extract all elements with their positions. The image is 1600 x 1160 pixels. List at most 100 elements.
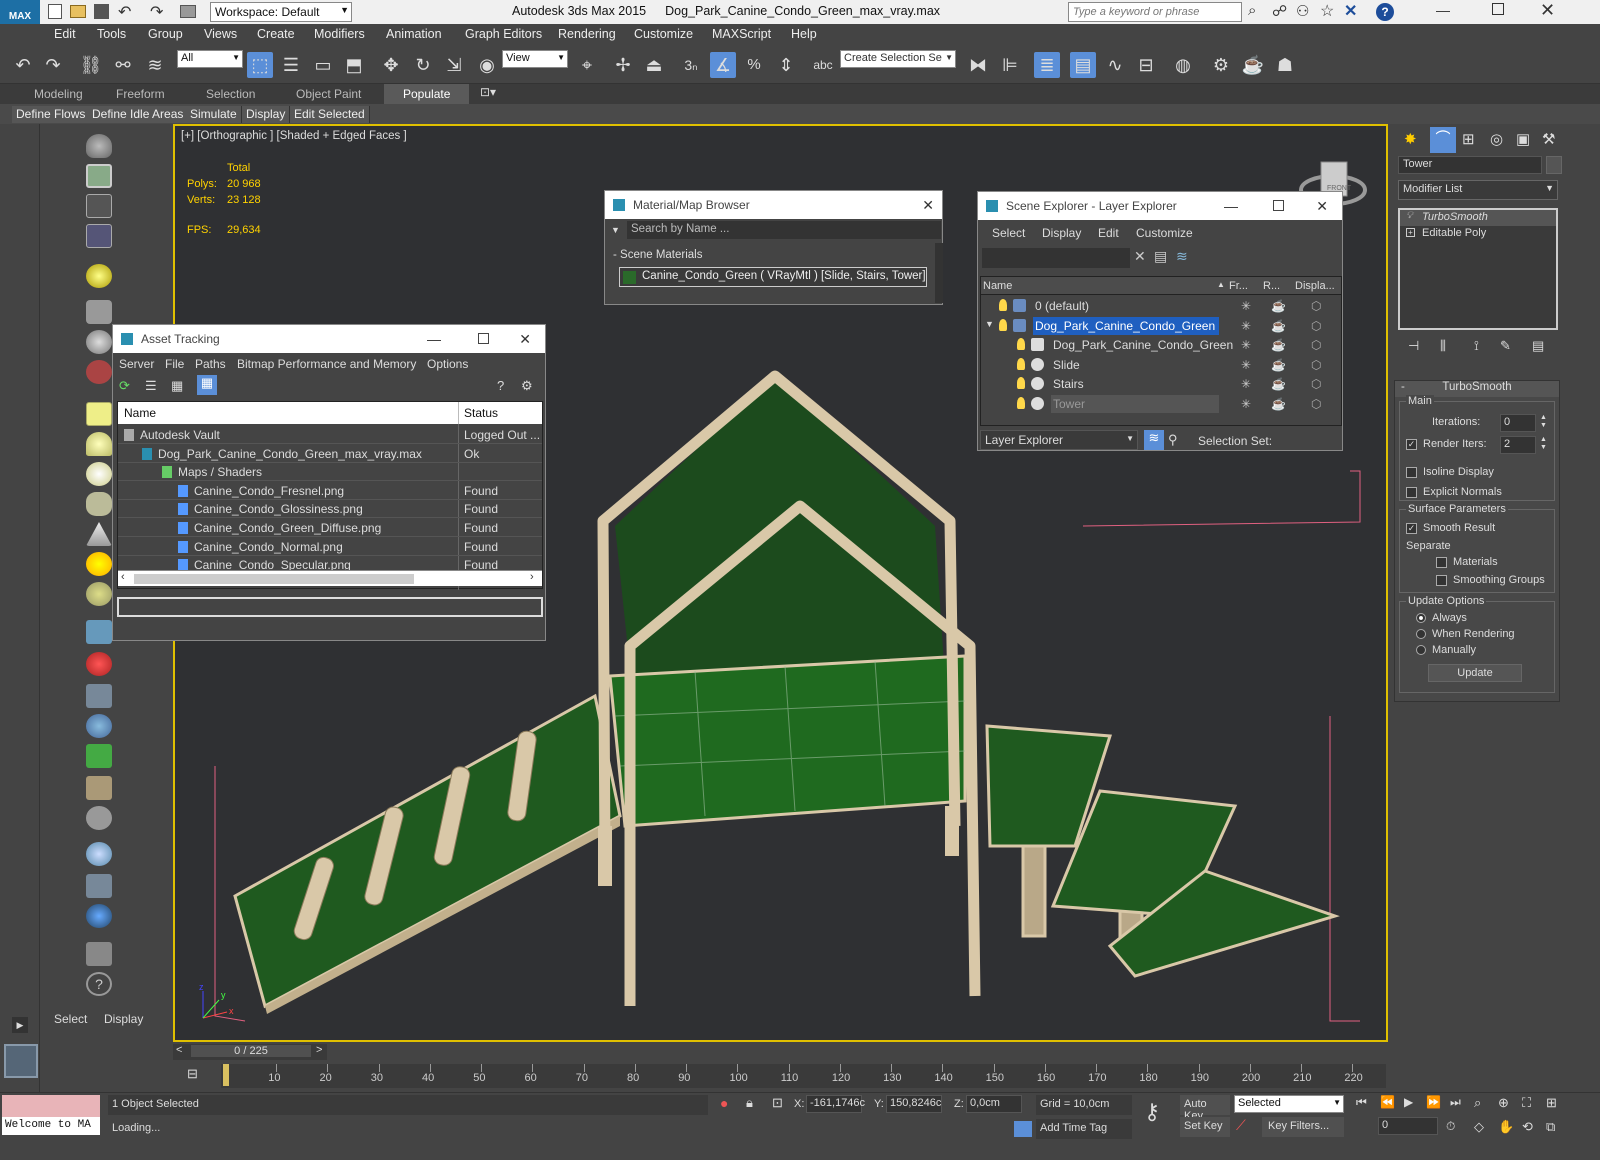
scene-menu-customize[interactable]: Customize	[1136, 226, 1193, 240]
iterations-spinner[interactable]: 0	[1500, 414, 1536, 432]
explorer-type-dropdown[interactable]: Layer Explorer ▼	[980, 430, 1138, 450]
renderable-teapot-icon[interactable]: ☕	[1271, 377, 1286, 391]
show-end-result-icon[interactable]: ⫼	[1440, 338, 1446, 354]
renderable-teapot-icon[interactable]: ☕	[1271, 338, 1286, 352]
freeze-toggle-icon[interactable]: ✳	[1241, 338, 1251, 352]
zoom-all-icon[interactable]: ⊕	[1498, 1095, 1509, 1111]
freeze-toggle-icon[interactable]: ✳	[1241, 377, 1251, 391]
menu-tools[interactable]: Tools	[97, 27, 126, 41]
menu-modifiers[interactable]: Modifiers	[314, 27, 365, 41]
renderable-teapot-icon[interactable]: ☕	[1271, 397, 1286, 411]
redo-icon[interactable]: ↷	[40, 52, 66, 78]
pivot-center-icon[interactable]: ⌖	[574, 52, 600, 78]
render-iters-spinner-arrows[interactable]: ▲ ▼	[1540, 436, 1547, 452]
modifier-list-dropdown[interactable]: Modifier List ▼	[1398, 180, 1558, 200]
asset-row[interactable]: Autodesk Vault Logged Out ...	[118, 426, 542, 444]
workspace-dropdown[interactable]: Workspace: Default ▼	[210, 2, 352, 22]
slide-model[interactable]	[233, 693, 622, 1014]
minimize-button[interactable]: —	[1436, 2, 1450, 18]
molecule-icon[interactable]	[86, 652, 112, 676]
go-to-end-icon[interactable]: ⏭	[1450, 1095, 1461, 1110]
smoothing-groups-checkbox[interactable]	[1436, 574, 1447, 586]
scene-row[interactable]: Stairs ✳ ☕ ⬡	[981, 375, 1341, 393]
maximize-button[interactable]	[1492, 3, 1504, 15]
scene-menu-edit[interactable]: Edit	[1098, 226, 1119, 240]
angle-snap-icon[interactable]: ∡	[710, 52, 736, 78]
scene-col-name[interactable]: Name	[983, 280, 1012, 292]
explicit-normals-checkbox[interactable]	[1406, 486, 1417, 498]
scene-row[interactable]: ▼ Dog_Park_Canine_Condo_Green ✳ ☕ ⬡	[981, 316, 1341, 335]
make-unique-icon[interactable]: ⟟	[1474, 338, 1479, 354]
foliage-icon[interactable]	[86, 744, 112, 768]
pan-icon[interactable]: ✋	[1498, 1119, 1514, 1135]
help-icon[interactable]: ?	[1376, 3, 1394, 21]
asset-row[interactable]: Canine_Condo_Glossiness.png Found	[118, 500, 542, 519]
go-to-start-icon[interactable]: ⏮	[1356, 1095, 1367, 1110]
keyboard-shortcut-override-icon[interactable]: ⏏	[641, 52, 667, 78]
browser-scrollbar[interactable]	[935, 243, 943, 303]
tab-freeform[interactable]: Freeform	[116, 87, 165, 101]
x-coordinate[interactable]: -161,1746c	[806, 1095, 865, 1113]
help-icon[interactable]: ?	[497, 378, 504, 393]
renderable-teapot-icon[interactable]: ☕	[1271, 299, 1286, 313]
visibility-bulb-icon[interactable]	[1017, 338, 1025, 351]
absolute-mode-icon[interactable]: ⊡	[772, 1095, 783, 1111]
scene-row[interactable]: Tower ✳ ☕ ⬡	[981, 395, 1341, 413]
zoom-extents-all-icon[interactable]: ⊞	[1546, 1095, 1557, 1111]
curve-editor-toggle-icon[interactable]: ⊟	[187, 1066, 198, 1082]
cone-icon[interactable]	[86, 522, 112, 546]
box-icon[interactable]	[86, 402, 112, 426]
align-icon[interactable]: ⊫	[997, 52, 1023, 78]
collapse-arrow-icon[interactable]: ▼	[985, 319, 994, 329]
asset-menu-file[interactable]: File	[165, 357, 184, 371]
asset-menu-server[interactable]: Server	[119, 357, 154, 371]
utilities-tab-icon[interactable]: ⚒	[1542, 130, 1555, 148]
new-layer-icon[interactable]: ▤	[1154, 248, 1167, 265]
field-of-view-icon[interactable]: ◇	[1474, 1119, 1484, 1135]
asset-close-button[interactable]: ✕	[519, 325, 531, 353]
hair-icon[interactable]	[86, 776, 112, 800]
render-effect-icon[interactable]	[86, 904, 112, 928]
menu-animation[interactable]: Animation	[386, 27, 442, 41]
material-item[interactable]: Canine_Condo_Green ( VRayMtl ) [Slide, S…	[619, 267, 927, 287]
asset-row[interactable]: Canine_Condo_Normal.png Found	[118, 538, 542, 556]
selection-filter-dropdown[interactable]: All ▼	[177, 50, 243, 68]
communication-icon[interactable]: ⚇	[1296, 2, 1309, 20]
visibility-bulb-icon[interactable]	[1017, 377, 1025, 390]
quick-access-save-icon[interactable]	[94, 4, 109, 19]
select-manipulate-icon[interactable]: ✢	[610, 52, 636, 78]
table-view-icon[interactable]: ▦	[197, 375, 217, 395]
sun-icon[interactable]	[86, 552, 112, 576]
scene-col-freeze[interactable]: Fr...	[1229, 280, 1248, 292]
scene-col-render[interactable]: R...	[1263, 280, 1280, 292]
expand-arrow-icon[interactable]: ▶	[12, 1017, 28, 1033]
ribbon-toggle-icon[interactable]: ▤	[1070, 52, 1096, 78]
redo-icon[interactable]: ↷	[150, 2, 163, 22]
close-button[interactable]: ✕	[1540, 0, 1555, 21]
update-button[interactable]: Update	[1428, 664, 1522, 682]
thumbnail-view-icon[interactable]: ▦	[171, 378, 187, 394]
asset-maximize-button[interactable]	[478, 333, 489, 344]
define-idle-areas-button[interactable]: Define Idle Areas	[88, 106, 189, 123]
scene-col-display[interactable]: Displa...	[1295, 280, 1335, 292]
project-folder-icon[interactable]	[180, 5, 196, 18]
tower-model[interactable]	[597, 370, 981, 1006]
tab-modeling[interactable]: Modeling	[34, 87, 83, 101]
tab-selection[interactable]: Selection	[206, 87, 255, 101]
materials-checkbox[interactable]	[1436, 556, 1447, 568]
manually-radio[interactable]	[1416, 645, 1426, 656]
create-tab-icon[interactable]: ✸	[1404, 130, 1426, 152]
object-name-field[interactable]: Tower	[1398, 156, 1542, 174]
cmd-display-tab[interactable]: Display	[104, 1012, 143, 1026]
placement-icon[interactable]: ◉	[474, 52, 500, 78]
configure-sets-icon[interactable]: ▤	[1532, 338, 1544, 354]
pin-stack-icon[interactable]: ⊣	[1408, 338, 1419, 354]
search-box[interactable]: Type a keyword or phrase	[1068, 2, 1242, 22]
display-button[interactable]: Display	[242, 106, 291, 123]
display-box-icon[interactable]: ⬡	[1311, 299, 1321, 313]
asset-path-field[interactable]	[117, 597, 543, 617]
isoline-checkbox[interactable]	[1406, 466, 1417, 478]
material-sphere-icon[interactable]	[86, 842, 112, 866]
menu-edit[interactable]: Edit	[54, 27, 76, 41]
visibility-bulb-icon[interactable]	[999, 299, 1007, 311]
